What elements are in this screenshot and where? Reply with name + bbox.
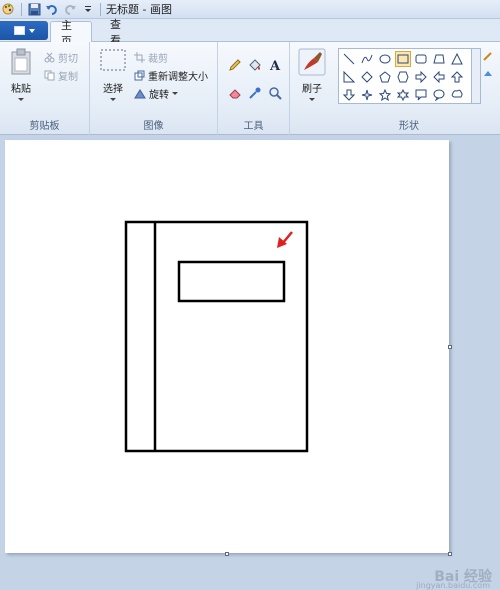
left-arrow-shape-icon[interactable] [431,69,447,85]
crop-label: 裁剪 [148,54,168,65]
resize-handle-right[interactable] [448,345,452,349]
rotate-icon [134,89,146,99]
tools-group: A 工具 [218,42,290,135]
resize-handle-bottom[interactable] [225,552,229,556]
line-shape-icon[interactable] [341,51,357,67]
pentagon-shape-icon[interactable] [377,69,393,85]
five-point-star-shape-icon[interactable] [377,87,393,103]
undo-icon[interactable] [43,1,61,18]
outline-icon [483,52,492,61]
select-label: 选择 [103,84,123,95]
book-title-box [177,260,286,303]
resize-button[interactable]: 重新调整大小 [134,68,208,83]
chevron-down-icon [18,98,24,101]
chevron-down-icon [309,98,315,101]
cut-label: 剪切 [58,54,78,65]
oval-callout-shape-icon[interactable] [431,87,447,103]
cloud-callout-shape-icon[interactable] [449,87,465,103]
tab-home[interactable]: 主页 [50,19,92,48]
image-group-label: 图像 [143,121,164,132]
right-arrow-shape-icon[interactable] [413,69,429,85]
copy-label: 复制 [58,72,78,83]
curve-shape-icon[interactable] [359,51,375,67]
select-button[interactable]: 选择 [96,48,130,101]
magnifier-icon[interactable] [266,84,284,102]
outline-button[interactable] [482,50,494,62]
six-point-star-shape-icon[interactable] [395,87,411,103]
ribbon-tab-row: 主页 查看 [0,18,500,48]
brushes-group: 刷子 [290,42,334,135]
chevron-down-icon [110,98,116,101]
rotate-button[interactable]: 旋转 [134,86,178,101]
up-arrow-shape-icon[interactable] [449,69,465,85]
crop-icon [134,52,145,63]
rotate-label: 旋转 [149,90,169,101]
rounded-rectangle-shape-icon[interactable] [413,51,429,67]
hexagon-shape-icon[interactable] [395,69,411,85]
crop-button[interactable]: 裁剪 [134,50,168,65]
shapes-gallery [338,48,472,104]
triangle-shape-icon[interactable] [449,51,465,67]
paint-app-icon[interactable] [0,1,18,18]
copy-icon [44,70,55,81]
rect-callout-shape-icon[interactable] [413,87,429,103]
separator [21,2,22,16]
tab-view[interactable]: 查看 [100,18,136,47]
red-arrow-icon [277,231,293,248]
diamond-shape-icon[interactable] [359,69,375,85]
ribbon: 粘贴 剪切 复制 剪贴板 选择 裁剪 重新调整大小 旋转 图像 A 工具 刷子 … [0,42,500,135]
scissors-icon [44,52,55,63]
tools-group-label: 工具 [243,121,264,132]
svg-text:A: A [269,59,281,72]
four-point-star-shape-icon[interactable] [359,87,375,103]
cut-button[interactable]: 剪切 [44,50,78,65]
polygon-shape-icon[interactable] [431,51,447,67]
color-picker-icon[interactable] [246,84,264,102]
customize-toolbar-icon[interactable] [79,1,97,18]
drawing-canvas[interactable] [5,140,449,553]
paste-label: 粘贴 [11,84,31,95]
text-icon[interactable]: A [266,56,284,74]
chevron-down-icon [172,92,178,95]
image-group: 选择 裁剪 重新调整大小 旋转 图像 [90,42,218,135]
copy-button[interactable]: 复制 [44,68,78,83]
resize-label: 重新调整大小 [148,72,208,83]
clipboard-group-label: 剪贴板 [29,121,60,132]
paint-menu-button[interactable] [0,21,48,40]
paste-button[interactable]: 粘贴 [6,48,36,101]
save-icon[interactable] [25,1,43,18]
clipboard-group: 粘贴 剪切 复制 剪贴板 [0,42,90,135]
menu-doc-icon [13,26,25,35]
oval-shape-icon[interactable] [377,51,393,67]
canvas-workspace: Bai 经验 jingyan.baidu.com [0,135,500,590]
pencil-icon[interactable] [226,56,244,74]
chevron-down-icon [28,28,35,33]
separator [100,2,101,16]
fill-shape-icon [484,71,492,76]
resize-handle-corner[interactable] [448,552,452,556]
redo-icon[interactable] [61,1,79,18]
rectangle-shape-icon[interactable] [395,51,411,67]
paste-icon [11,48,31,75]
fill-shape-button[interactable] [482,68,494,80]
resize-icon [134,70,145,81]
shapes-group-label: 形状 [399,121,419,132]
book-cover-rect [124,220,309,453]
watermark-url: jingyan.baidu.com [416,581,490,590]
select-icon [100,49,126,71]
window-title: 无标题 - 画图 [106,3,172,16]
right-triangle-shape-icon[interactable] [341,69,357,85]
brushes-label: 刷子 [302,84,322,95]
book-drawing [124,220,309,453]
down-arrow-shape-icon[interactable] [341,87,357,103]
fill-icon[interactable] [246,56,264,74]
shapes-scrollbar[interactable] [472,48,481,104]
eraser-icon[interactable] [226,84,244,102]
brush-icon [298,48,326,76]
brushes-button[interactable]: 刷子 [296,48,328,101]
